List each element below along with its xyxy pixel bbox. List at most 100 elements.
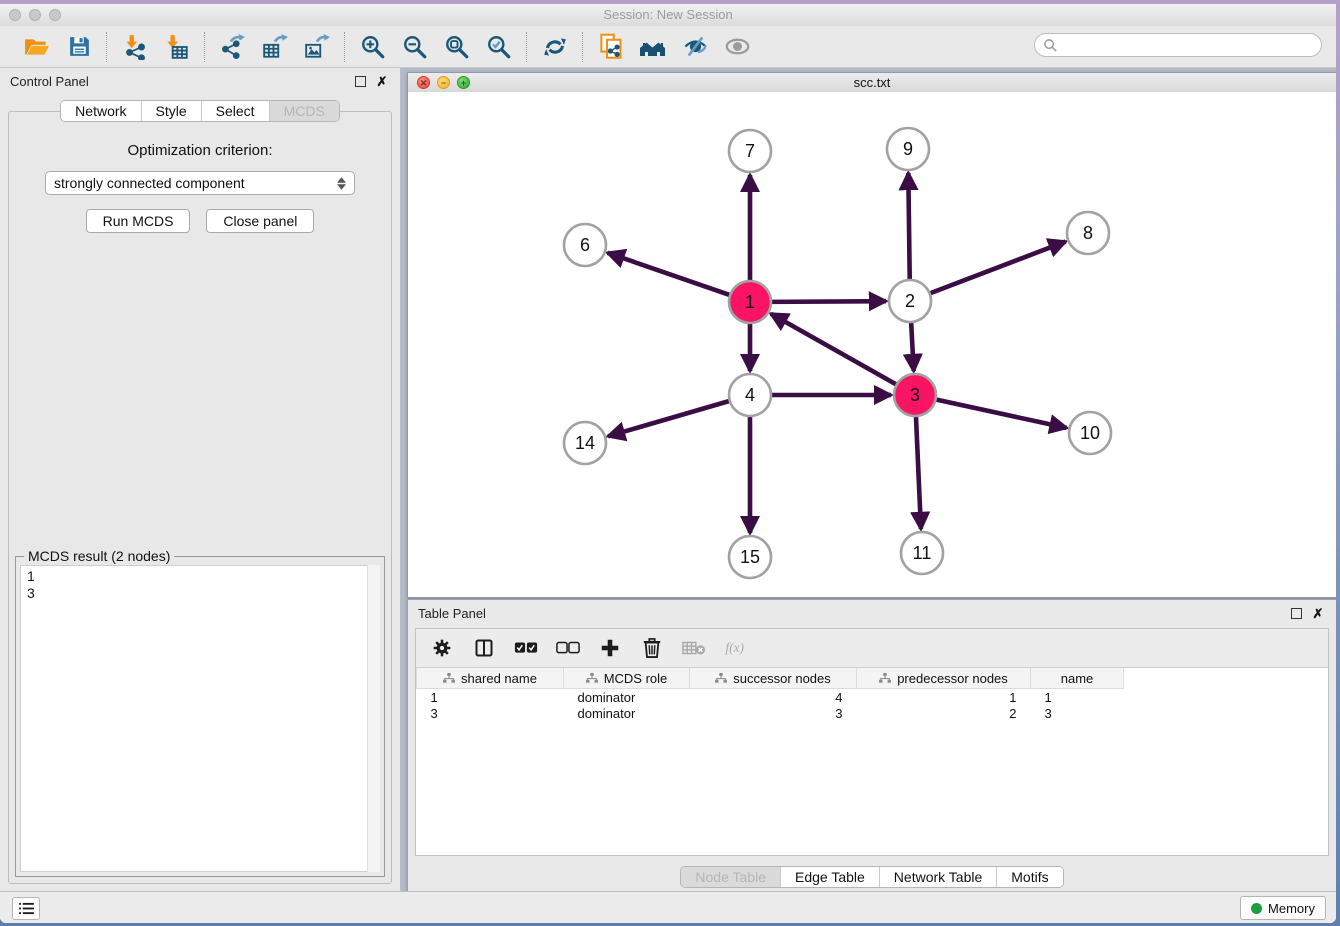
table-panel: Table Panel ✗ bbox=[407, 599, 1336, 897]
table-row[interactable]: 1dominator411 bbox=[417, 689, 1124, 706]
close-panel-button[interactable]: Close panel bbox=[206, 209, 314, 233]
main-toolbar bbox=[0, 26, 1336, 68]
search-input[interactable] bbox=[1034, 33, 1322, 57]
graph-node-4[interactable]: 4 bbox=[729, 374, 771, 416]
home-icon[interactable] bbox=[639, 33, 667, 61]
graph-node-9[interactable]: 9 bbox=[887, 128, 929, 170]
function-builder-icon[interactable]: f(x) bbox=[724, 636, 748, 660]
column-header-successor-nodes[interactable]: successor nodes bbox=[690, 668, 857, 689]
tab-select[interactable]: Select bbox=[202, 101, 270, 121]
svg-text:7: 7 bbox=[745, 141, 755, 161]
copy-network-icon[interactable] bbox=[597, 33, 625, 61]
save-session-icon[interactable] bbox=[65, 33, 93, 61]
graph-node-1[interactable]: 1 bbox=[729, 281, 771, 323]
open-folder-icon[interactable] bbox=[23, 33, 51, 61]
svg-text:6: 6 bbox=[580, 235, 590, 255]
zoom-selected-icon[interactable] bbox=[485, 33, 513, 61]
zoom-fit-icon[interactable] bbox=[443, 33, 471, 61]
network-graph: 7 9 6 8 1 2 4 3 14 10 15 11 bbox=[408, 92, 1334, 595]
table-row[interactable]: 3dominator323 bbox=[417, 705, 1124, 721]
graph-edge-3-10[interactable] bbox=[936, 400, 1066, 428]
delete-column-trash-icon[interactable] bbox=[640, 636, 664, 660]
graph-node-6[interactable]: 6 bbox=[564, 224, 606, 266]
task-history-button[interactable] bbox=[12, 897, 40, 920]
list-icon bbox=[19, 902, 34, 915]
hide-panels-eye-icon[interactable] bbox=[681, 33, 709, 61]
graph-edge-1-2[interactable] bbox=[772, 301, 886, 302]
svg-text:3: 3 bbox=[910, 385, 920, 405]
split-column-icon[interactable] bbox=[472, 636, 496, 660]
graph-edge-3-1[interactable] bbox=[771, 314, 896, 384]
graph-node-8[interactable]: 8 bbox=[1067, 212, 1109, 254]
table-panel-title: Table Panel bbox=[418, 606, 486, 621]
control-panel: Control Panel ✗ NetworkStyleSelectMCDS O… bbox=[0, 68, 401, 892]
graph-node-3[interactable]: 3 bbox=[894, 374, 936, 416]
graph-edge-1-6[interactable] bbox=[608, 253, 730, 295]
zoom-in-icon[interactable] bbox=[359, 33, 387, 61]
zoom-out-icon[interactable] bbox=[401, 33, 429, 61]
mcds-tab-content: Optimization criterion: strongly connect… bbox=[8, 111, 392, 884]
close-table-panel-icon[interactable]: ✗ bbox=[1310, 605, 1326, 621]
svg-text:10: 10 bbox=[1080, 423, 1100, 443]
column-header-MCDS-role[interactable]: MCDS role bbox=[564, 668, 690, 689]
optimization-criterion-select[interactable]: strongly connected component bbox=[45, 171, 355, 195]
tab-style[interactable]: Style bbox=[142, 101, 202, 121]
tab-edge-table[interactable]: Edge Table bbox=[781, 867, 880, 887]
column-header-shared-name[interactable]: shared name bbox=[417, 668, 564, 689]
graph-edge-2-9[interactable] bbox=[908, 173, 909, 279]
mcds-result-list[interactable]: 13 bbox=[20, 565, 380, 872]
node-table[interactable]: shared nameMCDS rolesuccessor nodesprede… bbox=[416, 668, 1124, 721]
graph-edge-3-11[interactable] bbox=[916, 417, 921, 529]
memory-button[interactable]: Memory bbox=[1240, 896, 1326, 920]
graph-node-15[interactable]: 15 bbox=[729, 536, 771, 578]
graph-node-2[interactable]: 2 bbox=[889, 280, 931, 322]
mcds-result-scrollbar[interactable] bbox=[367, 565, 380, 872]
refresh-icon[interactable] bbox=[541, 33, 569, 61]
import-network-icon[interactable] bbox=[121, 33, 149, 61]
float-table-panel-icon[interactable] bbox=[1288, 605, 1304, 621]
svg-text:11: 11 bbox=[913, 543, 932, 563]
tab-node-table[interactable]: Node Table bbox=[681, 867, 781, 887]
select-all-icon[interactable] bbox=[514, 636, 538, 660]
tab-network[interactable]: Network bbox=[61, 101, 141, 121]
column-header-name[interactable]: name bbox=[1031, 668, 1124, 689]
mcds-result-item: 3 bbox=[27, 585, 373, 602]
workspace: ✕ − + scc.txt 7968124314101511 Table Pan… bbox=[401, 68, 1336, 892]
table-toolbar: f(x) bbox=[416, 629, 1328, 668]
graph-edge-4-14[interactable] bbox=[608, 401, 729, 436]
graph-node-14[interactable]: 14 bbox=[564, 422, 606, 464]
export-image-icon[interactable] bbox=[303, 33, 331, 61]
graph-node-10[interactable]: 10 bbox=[1069, 412, 1111, 454]
tab-mcds[interactable]: MCDS bbox=[270, 101, 339, 121]
svg-text:9: 9 bbox=[903, 139, 913, 159]
tab-network-table[interactable]: Network Table bbox=[880, 867, 997, 887]
graph-edge-2-3[interactable] bbox=[911, 323, 914, 371]
show-eye-icon[interactable] bbox=[723, 33, 751, 61]
select-stepper-icon bbox=[337, 177, 346, 190]
delete-table-icon[interactable] bbox=[682, 636, 706, 660]
add-column-icon[interactable] bbox=[598, 636, 622, 660]
column-header-predecessor-nodes[interactable]: predecessor nodes bbox=[857, 668, 1031, 689]
import-table-icon[interactable] bbox=[163, 33, 191, 61]
optimization-criterion-label: Optimization criterion: bbox=[9, 142, 391, 159]
mcds-result-item: 1 bbox=[27, 568, 373, 585]
export-network-icon[interactable] bbox=[219, 33, 247, 61]
svg-text:2: 2 bbox=[905, 291, 915, 311]
run-mcds-button[interactable]: Run MCDS bbox=[86, 209, 191, 233]
mcds-result-title: MCDS result (2 nodes) bbox=[24, 548, 174, 564]
gear-icon[interactable] bbox=[430, 636, 454, 660]
memory-status-icon bbox=[1251, 903, 1262, 914]
svg-text:15: 15 bbox=[740, 547, 760, 567]
close-panel-icon[interactable]: ✗ bbox=[374, 73, 390, 89]
graph-edge-2-8[interactable] bbox=[931, 242, 1066, 294]
graph-node-7[interactable]: 7 bbox=[729, 130, 771, 172]
svg-text:14: 14 bbox=[575, 433, 595, 453]
tab-motifs[interactable]: Motifs bbox=[997, 867, 1062, 887]
float-panel-icon[interactable] bbox=[352, 73, 368, 89]
memory-label: Memory bbox=[1268, 901, 1315, 916]
export-table-icon[interactable] bbox=[261, 33, 289, 61]
network-canvas[interactable]: 7 9 6 8 1 2 4 3 14 10 15 11 bbox=[408, 92, 1336, 597]
deselect-all-icon[interactable] bbox=[556, 636, 580, 660]
mcds-result-group: MCDS result (2 nodes) 13 bbox=[15, 556, 385, 877]
graph-node-11[interactable]: 11 bbox=[901, 532, 943, 574]
